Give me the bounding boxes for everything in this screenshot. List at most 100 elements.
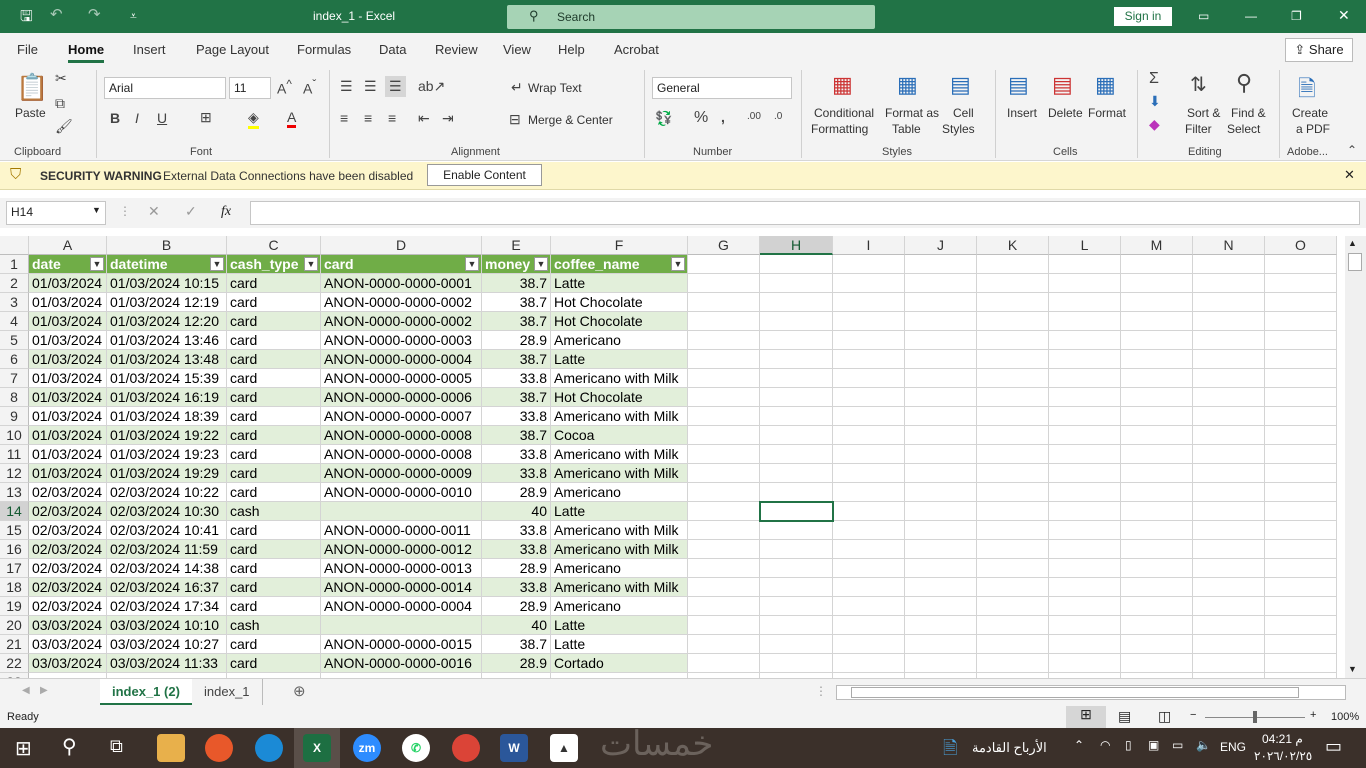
cell[interactable] <box>688 255 760 274</box>
cell[interactable] <box>1049 407 1121 426</box>
table-cell[interactable]: Americano <box>551 331 688 350</box>
column-header-b[interactable]: B <box>107 236 227 255</box>
table-cell[interactable]: 01/03/2024 10:15 <box>107 274 227 293</box>
cell[interactable] <box>1193 350 1265 369</box>
next-sheet-icon[interactable]: ▶ <box>40 685 48 696</box>
cell[interactable] <box>833 293 905 312</box>
table-cell[interactable]: card <box>227 635 321 654</box>
cell[interactable] <box>1049 445 1121 464</box>
table-cell[interactable]: card <box>227 464 321 483</box>
row-header[interactable]: 15 <box>0 521 29 540</box>
select-all-corner[interactable] <box>0 236 29 255</box>
cell[interactable] <box>905 350 977 369</box>
cell[interactable] <box>1121 293 1193 312</box>
table-header-cell[interactable]: card ▼ <box>321 255 482 274</box>
restore-icon[interactable]: ❐ <box>1291 9 1302 23</box>
cell[interactable] <box>833 521 905 540</box>
tab-home[interactable]: Home <box>68 42 105 63</box>
notifications-icon[interactable]: ▭ <box>1325 736 1342 757</box>
column-header-c[interactable]: C <box>227 236 321 255</box>
table-cell[interactable]: 02/03/2024 <box>29 521 107 540</box>
column-header-o[interactable]: O <box>1265 236 1337 255</box>
cell[interactable] <box>688 521 760 540</box>
table-cell[interactable]: 33.8 <box>482 369 551 388</box>
column-header-l[interactable]: L <box>1049 236 1121 255</box>
cell[interactable] <box>1193 388 1265 407</box>
table-cell[interactable]: ANON-0000-0000-0012 <box>321 540 482 559</box>
table-cell[interactable]: Americano with Milk <box>551 540 688 559</box>
cell[interactable] <box>905 578 977 597</box>
cell[interactable] <box>688 464 760 483</box>
taskbar-file-label[interactable]: الأرباح القادمة <box>972 740 1047 756</box>
cell[interactable] <box>905 635 977 654</box>
file-explorer-icon[interactable] <box>157 734 185 762</box>
cell[interactable] <box>1121 464 1193 483</box>
cell[interactable] <box>688 274 760 293</box>
cell[interactable] <box>760 559 833 578</box>
cell[interactable] <box>1265 578 1337 597</box>
cell[interactable] <box>905 521 977 540</box>
cell[interactable] <box>1121 369 1193 388</box>
table-cell[interactable] <box>321 502 482 521</box>
table-cell[interactable]: card <box>227 388 321 407</box>
cell[interactable] <box>1121 331 1193 350</box>
fill-icon[interactable]: ⬇ <box>1149 93 1161 110</box>
formula-input[interactable] <box>250 201 1360 225</box>
column-header-k[interactable]: K <box>977 236 1049 255</box>
ribbon-display-icon[interactable]: ▭ <box>1198 9 1209 23</box>
cell[interactable] <box>1121 597 1193 616</box>
cell[interactable] <box>760 445 833 464</box>
cell[interactable] <box>905 445 977 464</box>
cell[interactable] <box>977 464 1049 483</box>
bold-icon[interactable]: B <box>110 110 120 126</box>
cell[interactable] <box>1193 559 1265 578</box>
cell[interactable] <box>760 616 833 635</box>
cell[interactable] <box>760 350 833 369</box>
align-right-icon[interactable]: ≡ <box>388 110 396 126</box>
table-cell[interactable]: Americano <box>551 559 688 578</box>
cell[interactable] <box>833 445 905 464</box>
number-format-select[interactable]: General <box>652 77 792 99</box>
name-box-dropdown-icon[interactable]: ▼ <box>92 205 101 215</box>
table-cell[interactable]: ANON-0000-0000-0002 <box>321 293 482 312</box>
vertical-scrollbar[interactable]: ▲ ▼ <box>1345 236 1366 678</box>
cell[interactable] <box>1049 426 1121 445</box>
customize-qat-icon[interactable]: ⩡ <box>130 9 137 24</box>
zoom-level[interactable]: 100% <box>1331 711 1359 723</box>
row-header[interactable]: 22 <box>0 654 29 673</box>
cell[interactable] <box>1049 540 1121 559</box>
filter-dropdown-icon[interactable]: ▼ <box>90 257 104 271</box>
column-header-e[interactable]: E <box>482 236 551 255</box>
cell[interactable] <box>1049 350 1121 369</box>
table-cell[interactable]: 38.7 <box>482 388 551 407</box>
table-cell[interactable]: card <box>227 274 321 293</box>
cell[interactable] <box>1049 654 1121 673</box>
cell[interactable] <box>905 654 977 673</box>
row-header[interactable]: 18 <box>0 578 29 597</box>
cell[interactable] <box>1049 388 1121 407</box>
cell[interactable] <box>1265 445 1337 464</box>
table-cell[interactable]: card <box>227 312 321 331</box>
normal-view-icon[interactable]: ⊞ <box>1066 706 1106 728</box>
spreadsheet-grid[interactable]: A B C D E F G H I J K L M N O 1 date ▼ datetime ▼ cash_type ▼… <box>0 236 1345 678</box>
redo-icon[interactable]: ↷ <box>88 5 101 23</box>
table-cell[interactable]: ANON-0000-0000-0005 <box>321 369 482 388</box>
cell[interactable] <box>833 635 905 654</box>
cell[interactable] <box>1265 616 1337 635</box>
cell[interactable] <box>1265 464 1337 483</box>
cell[interactable] <box>1193 445 1265 464</box>
table-cell[interactable] <box>321 616 482 635</box>
cell[interactable] <box>1193 502 1265 521</box>
cell[interactable] <box>1121 312 1193 331</box>
zoom-in-icon[interactable]: + <box>1310 709 1316 721</box>
cell[interactable] <box>688 540 760 559</box>
cell[interactable] <box>1265 255 1337 274</box>
table-cell[interactable]: 02/03/2024 17:34 <box>107 597 227 616</box>
column-header-j[interactable]: J <box>905 236 977 255</box>
chrome-icon[interactable] <box>452 734 480 762</box>
table-cell[interactable]: ANON-0000-0000-0010 <box>321 483 482 502</box>
cell[interactable] <box>1193 369 1265 388</box>
table-cell[interactable]: 01/03/2024 <box>29 407 107 426</box>
cell[interactable] <box>1121 635 1193 654</box>
filter-dropdown-icon[interactable]: ▼ <box>210 257 224 271</box>
